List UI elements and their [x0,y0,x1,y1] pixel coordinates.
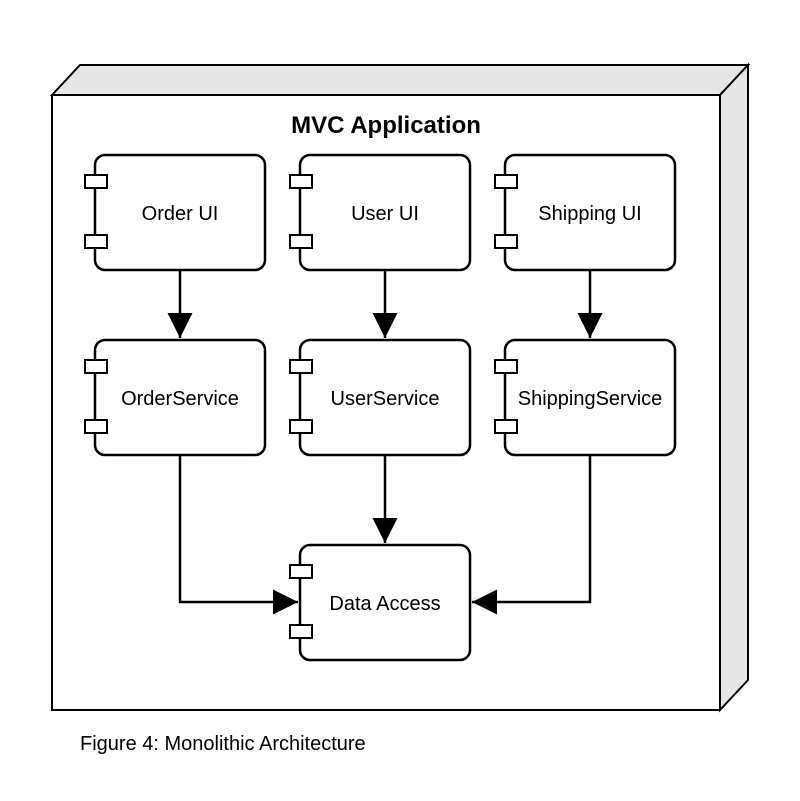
diagram-title: MVC Application [291,112,481,139]
figure-caption: Figure 4: Monolithic Architecture [80,733,366,755]
component-label: Shipping UI [538,203,641,225]
component-user-service: UserService [290,340,470,455]
architecture-diagram: MVC Application Order UI User UI Shippin… [0,0,800,801]
component-shipping-ui: Shipping UI [495,155,675,270]
component-label: Order UI [142,203,219,225]
component-label: ShippingService [518,388,663,410]
component-data-access: Data Access [290,545,470,660]
component-order-ui: Order UI [85,155,265,270]
component-label: OrderService [121,388,239,410]
component-shipping-service: ShippingService [495,340,675,455]
component-user-ui: User UI [290,155,470,270]
component-label: Data Access [329,593,440,615]
component-label: User UI [351,203,419,225]
component-order-service: OrderService [85,340,265,455]
component-label: UserService [331,388,440,410]
